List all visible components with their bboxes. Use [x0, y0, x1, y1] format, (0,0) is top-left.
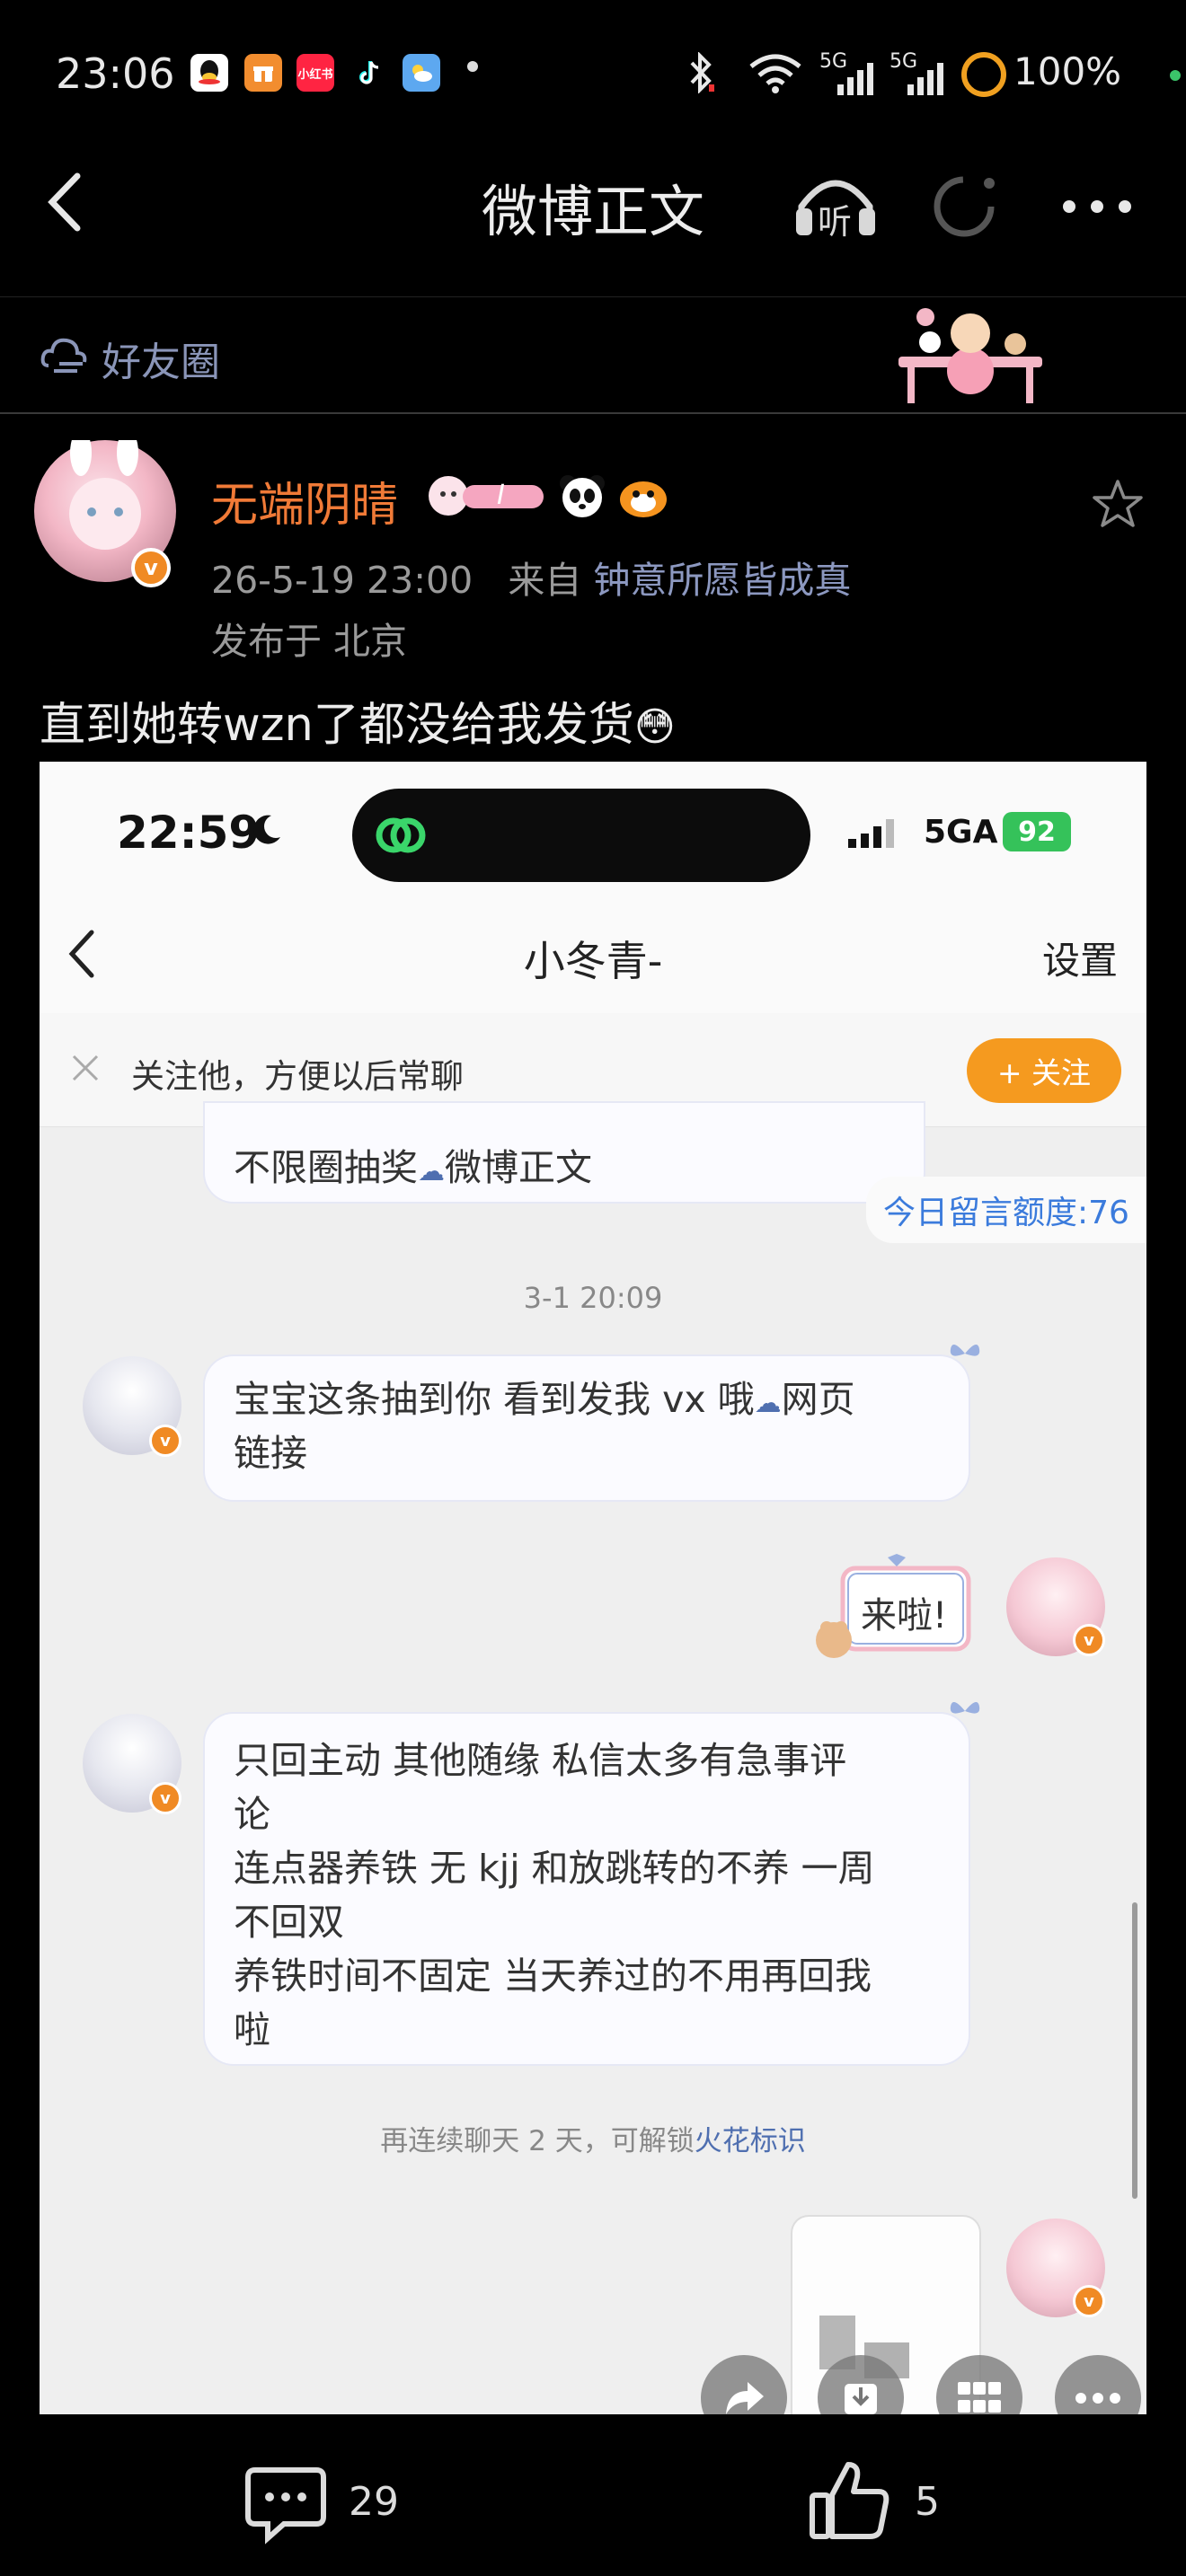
chat-title: 小冬青-: [523, 937, 663, 985]
battery-ring-icon: [961, 52, 1006, 97]
inner-signal-icon: [848, 819, 897, 851]
comment-icon: [245, 2467, 326, 2545]
thumbs-up-icon: [810, 2462, 890, 2539]
message-bubble: 只回主动 其他随缘 私信太多有急事评 论 连点器养铁 无 kjj 和放跳转的不养…: [205, 1702, 980, 2064]
friends-circle-icon: [40, 331, 90, 382]
sticker-image[interactable]: 来啦!: [807, 1550, 983, 1665]
fan-badge-icon: I: [427, 472, 549, 519]
share-icon: [726, 2382, 764, 2414]
message-2-line-1: 只回主动 其他随缘 私信太多有急事评: [234, 1739, 847, 1782]
message-2-line-3: 连点器养铁 无 kjj 和放跳转的不养 一周: [234, 1847, 875, 1890]
message-partial-text: 不限圈抽奖☁微博正文: [234, 1141, 592, 1199]
from-prefix: 来自: [508, 559, 582, 602]
decorative-sticker-icon: [890, 297, 1051, 412]
like-button[interactable]: 5: [807, 2457, 969, 2547]
nav-bar: 微博正文 听: [0, 144, 1186, 265]
chat-header: 小冬青- 设置: [40, 896, 1146, 1013]
page-title: 微博正文: [481, 179, 704, 244]
message-2-line-2: 论: [234, 1793, 270, 1836]
post-source-link[interactable]: 钟意所愿皆成真: [593, 559, 851, 602]
author-name[interactable]: 无端阴晴: [211, 467, 398, 534]
like-count: 5: [915, 2479, 940, 2525]
post-location: 发布于 北京: [211, 620, 408, 663]
message-bubble: 宝宝这条抽到你 看到发我 vx 哦☁网页 链接: [205, 1345, 980, 1500]
weather-icon: [403, 54, 440, 92]
message-1-text: 宝宝这条抽到你 看到发我 vx 哦: [234, 1378, 755, 1421]
friends-circle-label: 好友圈: [102, 340, 220, 385]
dynamic-island: [352, 789, 810, 882]
xiaohongshu-icon: 小红书: [296, 54, 334, 92]
friends-circle-bar[interactable]: 好友圈: [0, 296, 1186, 414]
xiaohongshu-label: 小红书: [297, 67, 333, 82]
flushed-emoji: 😳: [633, 704, 676, 750]
message-2-line-6: 啦: [234, 2008, 270, 2051]
bottom-action-bar: 29 5: [0, 2414, 1186, 2576]
status-bar: 23:06 小红书 5G 5G 100%: [0, 0, 1186, 144]
listen-label: 听: [818, 202, 853, 242]
wifi-icon: [748, 52, 803, 97]
streak-link[interactable]: 火花标识: [695, 2125, 806, 2157]
comment-button[interactable]: 29: [243, 2461, 422, 2551]
verified-badge-icon: v: [131, 548, 171, 587]
bluetooth-icon: [687, 51, 714, 97]
inner-status-time: 22:59: [117, 807, 261, 859]
ellipsis-icon: [1075, 2393, 1120, 2404]
favorite-star-icon[interactable]: [1091, 478, 1145, 534]
inner-network: 5GA: [924, 814, 998, 851]
sender-verified-icon: v: [149, 1782, 181, 1814]
message-bubble-partial: 不限圈抽奖☁微博正文: [205, 1103, 924, 1202]
post-time: 26-5-19 23:00: [211, 559, 474, 602]
grid-icon: [958, 2382, 1001, 2413]
status-time: 23:06: [56, 49, 175, 98]
loading-search-icon[interactable]: [930, 171, 1002, 243]
post-body: 直到她转wzn了都没给我发货😳: [40, 687, 676, 754]
post-meta: 26-5-19 23:00 来自 钟意所愿皆成真: [211, 550, 851, 604]
charging-dot: [1170, 70, 1181, 81]
streak-hint: 再连续聊天 2 天，可解锁火花标识: [40, 2118, 1146, 2158]
my-verified-icon: v: [1073, 2285, 1105, 2317]
weibo-link-icon: ☁: [754, 1388, 782, 1419]
signal-icon-1: [819, 63, 873, 99]
post-text: 直到她转wzn了都没给我发货: [40, 699, 634, 752]
message-1-line-2: 链接: [234, 1432, 307, 1475]
orange-pet-icon: [616, 474, 670, 523]
more-options-icon[interactable]: [1058, 189, 1136, 225]
moon-icon: [248, 812, 284, 851]
follow-button[interactable]: + 关注: [967, 1038, 1121, 1103]
battery-level: 100%: [1013, 49, 1122, 93]
butterfly-icon: [950, 1345, 980, 1356]
message-partial-link[interactable]: 微博正文: [445, 1146, 592, 1189]
fan-badge-text: I: [497, 480, 505, 511]
message-1-line-1: 宝宝这条抽到你 看到发我 vx 哦☁网页: [234, 1372, 855, 1431]
signal-icon-2: [890, 63, 943, 99]
message-timestamp: 3-1 20:09: [523, 1281, 663, 1315]
comment-count: 29: [349, 2479, 399, 2525]
follow-prompt-text: 关注他，方便以后常聊: [131, 1057, 464, 1096]
sticker-text: 来啦!: [861, 1595, 948, 1636]
message-2-line-5: 养铁时间不固定 当天养过的不用再回我: [234, 1954, 872, 1998]
message-1-link[interactable]: 网页: [782, 1378, 855, 1421]
quota-label: 今日留言额度:76: [866, 1177, 1146, 1243]
my-verified-icon: v: [1073, 1624, 1105, 1656]
listen-button[interactable]: 听: [791, 169, 881, 242]
scrollbar[interactable]: [1132, 1902, 1137, 2199]
streak-text: 再连续聊天 2 天，可解锁: [380, 2125, 695, 2157]
qq-icon: [190, 54, 228, 92]
inner-battery: 92: [1003, 812, 1071, 851]
sender-verified-icon: v: [149, 1425, 181, 1457]
post-image[interactable]: 22:59 5GA 92 小冬青- 设置 关注他，方便以后常聊 + 关注 不限圈…: [40, 762, 1146, 2414]
panda-icon: [557, 472, 607, 523]
download-icon: [845, 2384, 877, 2414]
weibo-link-icon: ☁: [418, 1156, 445, 1187]
message-2-line-4: 不回双: [234, 1901, 344, 1944]
notification-dot: [467, 61, 478, 72]
chat-settings-button[interactable]: 设置: [1042, 931, 1118, 985]
tiktok-icon: [350, 54, 388, 92]
link-icon: [376, 817, 426, 853]
gift-app-icon: [244, 54, 282, 92]
message-partial-main: 不限圈抽奖: [234, 1146, 418, 1189]
close-icon[interactable]: [70, 1053, 101, 1083]
butterfly-icon: [950, 1702, 980, 1714]
